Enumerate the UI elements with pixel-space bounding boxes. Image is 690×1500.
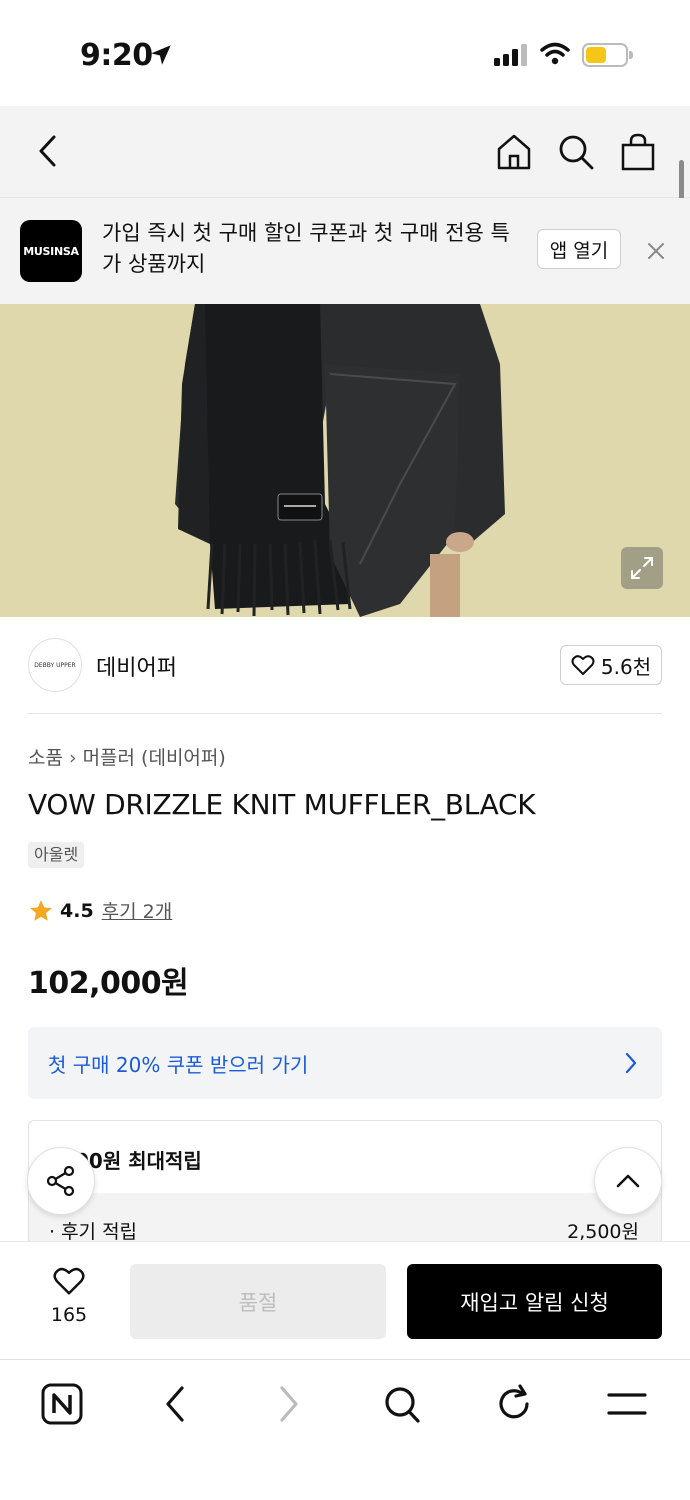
naver-icon[interactable] bbox=[40, 1382, 84, 1426]
scroll-top-button[interactable] bbox=[594, 1147, 662, 1215]
product-photo bbox=[0, 304, 690, 617]
banner-message: 가입 즉시 첫 구매 할인 쿠폰과 첫 구매 전용 특가 상품까지 bbox=[102, 221, 510, 276]
chevron-up-icon bbox=[616, 1174, 640, 1188]
chevron-right-icon bbox=[625, 1052, 637, 1074]
search-icon[interactable] bbox=[556, 132, 596, 172]
musinsa-logo: MUSINSA bbox=[20, 220, 82, 282]
home-icon[interactable] bbox=[494, 132, 534, 172]
product-image[interactable] bbox=[0, 304, 690, 617]
coupon-label: 첫 구매 20% 쿠폰 받으러 가기 bbox=[48, 1053, 309, 1077]
cellular-signal-icon bbox=[494, 44, 527, 66]
back-arrow-icon[interactable] bbox=[34, 134, 62, 168]
status-bar: 9:20 bbox=[0, 0, 690, 106]
breadcrumb-subcategory[interactable]: 머플러 (데비어퍼) bbox=[83, 747, 226, 769]
battery-icon bbox=[582, 43, 633, 67]
wishlist-button[interactable]: 165 bbox=[34, 1266, 104, 1326]
heart-icon bbox=[53, 1267, 85, 1295]
status-time: 9:20 bbox=[80, 38, 153, 73]
share-button[interactable] bbox=[27, 1147, 95, 1215]
heart-icon bbox=[571, 655, 595, 675]
browser-toolbar bbox=[0, 1359, 690, 1500]
brand-logo[interactable]: DEBBY UPPER bbox=[28, 638, 82, 692]
review-count-link[interactable]: 후기 2개 bbox=[102, 897, 173, 924]
soldout-button: 품절 bbox=[130, 1264, 386, 1339]
star-icon bbox=[30, 899, 52, 921]
brand-name[interactable]: 데비어퍼 bbox=[96, 650, 177, 682]
rating: 4.5 후기 2개 bbox=[28, 897, 172, 924]
points-box: 00원 최대적립 · 후기 적립 2,500원 bbox=[28, 1120, 662, 1260]
browser-forward-icon[interactable] bbox=[274, 1382, 304, 1426]
brand-like-count: 5.6천 bbox=[600, 654, 652, 679]
close-icon[interactable] bbox=[646, 241, 666, 261]
expand-image-button[interactable] bbox=[621, 547, 663, 589]
share-icon bbox=[46, 1165, 75, 1197]
review-points-label: · 후기 적립 bbox=[49, 1221, 138, 1243]
refresh-icon[interactable] bbox=[494, 1382, 534, 1426]
wifi-icon bbox=[540, 42, 570, 65]
coupon-banner[interactable]: 첫 구매 20% 쿠폰 받으러 가기 bbox=[28, 1027, 662, 1099]
rating-score: 4.5 bbox=[60, 899, 94, 922]
restock-alert-button[interactable]: 재입고 알림 신청 bbox=[407, 1264, 662, 1339]
product-title: VOW DRIZZLE KNIT MUFFLER_BLACK bbox=[28, 788, 536, 821]
product-price: 102,000원 bbox=[28, 966, 189, 1001]
wishlist-count: 165 bbox=[50, 1304, 88, 1326]
breadcrumb: 소품 › 머플러 (데비어퍼) bbox=[28, 743, 226, 770]
review-points-value: 2,500원 bbox=[567, 1221, 639, 1243]
breadcrumb-category[interactable]: 소품 bbox=[28, 747, 63, 769]
chevron-right-icon: › bbox=[68, 747, 77, 769]
menu-icon[interactable] bbox=[606, 1382, 648, 1426]
outlet-tag: 아울렛 bbox=[28, 842, 85, 868]
open-app-button[interactable]: 앱 열기 bbox=[537, 229, 621, 269]
location-arrow-icon bbox=[151, 45, 171, 65]
app-install-banner: MUSINSA 가입 즉시 첫 구매 할인 쿠폰과 첫 구매 전용 특가 상품까… bbox=[0, 198, 690, 304]
brand-like-button[interactable]: 5.6천 bbox=[560, 645, 662, 685]
bottom-action-bar: 165 품절 재입고 알림 신청 bbox=[0, 1241, 690, 1359]
browser-back-icon[interactable] bbox=[160, 1382, 190, 1426]
shopping-bag-icon[interactable] bbox=[618, 132, 658, 172]
points-header: 00원 최대적립 bbox=[75, 1149, 202, 1173]
brand-row: DEBBY UPPER 데비어퍼 5.6천 bbox=[28, 636, 662, 714]
expand-icon bbox=[631, 557, 653, 579]
top-navigation bbox=[0, 106, 690, 198]
browser-search-icon[interactable] bbox=[382, 1382, 422, 1426]
